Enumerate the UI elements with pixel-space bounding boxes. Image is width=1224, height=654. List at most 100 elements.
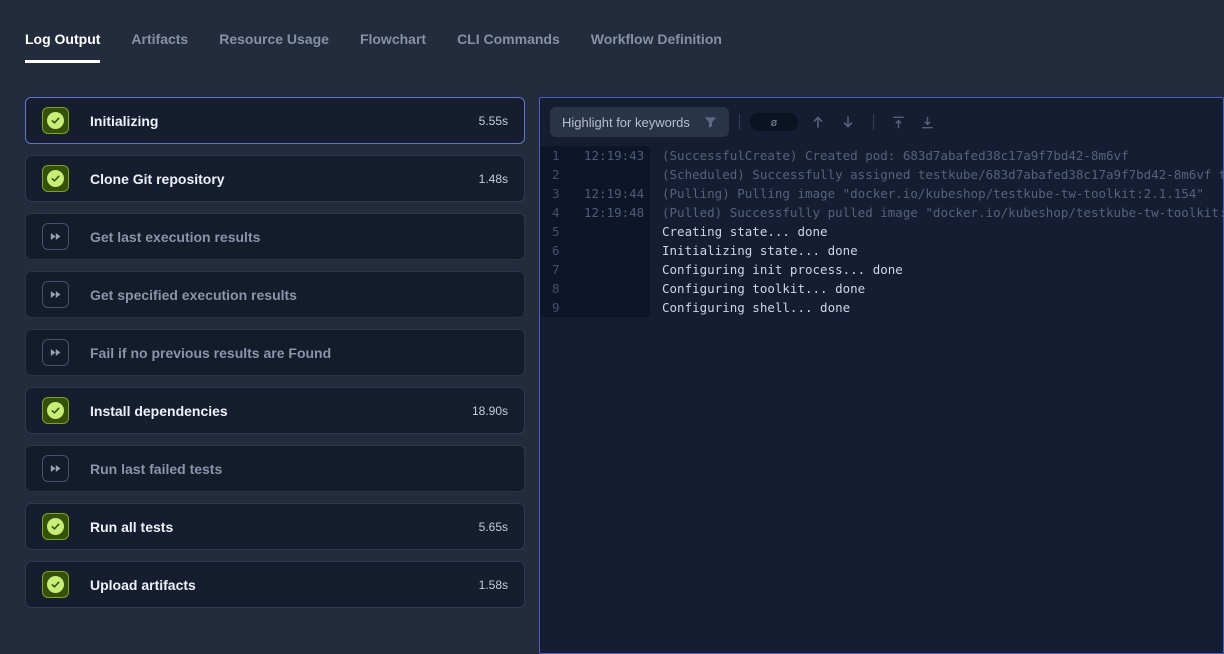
step-status-icon bbox=[42, 397, 69, 424]
toolbar-divider bbox=[873, 114, 874, 130]
workflow-execution-page: { "tabs": [ { "label": "Log Output", "ac… bbox=[0, 0, 1224, 654]
tab-resource-usage[interactable]: Resource Usage bbox=[219, 31, 329, 63]
filter-icon bbox=[704, 116, 717, 129]
step-duration: 1.58s bbox=[479, 578, 508, 592]
next-match-button[interactable] bbox=[840, 114, 856, 130]
log-toolbar: Highlight for keywords ø bbox=[540, 98, 1223, 146]
log-line-text: (SuccessfulCreate) Created pod: 683d7aba… bbox=[650, 146, 1129, 165]
check-icon bbox=[47, 112, 64, 129]
step-status-icon bbox=[42, 223, 69, 250]
step-duration: 5.55s bbox=[479, 114, 508, 128]
log-line-text: Configuring shell... done bbox=[650, 298, 850, 317]
highlight-keywords-select[interactable]: Highlight for keywords bbox=[550, 107, 729, 137]
log-line-text: (Scheduled) Successfully assigned testku… bbox=[650, 165, 1223, 184]
tab-label: Resource Usage bbox=[219, 31, 329, 47]
highlight-keywords-label: Highlight for keywords bbox=[562, 115, 690, 130]
log-line-number: 9 bbox=[540, 298, 574, 317]
step-card-get-specified-execution-results[interactable]: Get specified execution results bbox=[25, 271, 525, 318]
log-line: 2 (Scheduled) Successfully assigned test… bbox=[540, 165, 1223, 184]
log-line-number: 3 bbox=[540, 184, 574, 203]
vertical-align-top-icon bbox=[891, 115, 906, 130]
step-label: Get specified execution results bbox=[90, 287, 297, 303]
log-line-number: 4 bbox=[540, 203, 574, 222]
log-line-text: Configuring toolkit... done bbox=[650, 279, 865, 298]
step-label: Install dependencies bbox=[90, 403, 228, 419]
log-line: 9 Configuring shell... done bbox=[540, 298, 1223, 317]
log-line-number: 5 bbox=[540, 222, 574, 241]
step-status-icon bbox=[42, 281, 69, 308]
step-duration: 5.65s bbox=[479, 520, 508, 534]
fast-forward-icon bbox=[49, 288, 62, 301]
tab-cli-commands[interactable]: CLI Commands bbox=[457, 31, 560, 63]
log-line-timestamp: 12:19:43 bbox=[574, 146, 650, 165]
step-label: Upload artifacts bbox=[90, 577, 196, 593]
log-line-number: 6 bbox=[540, 241, 574, 260]
log-line: 1 12:19:43 (SuccessfulCreate) Created po… bbox=[540, 146, 1223, 165]
log-line-text: Initializing state... done bbox=[650, 241, 858, 260]
tab-flowchart[interactable]: Flowchart bbox=[360, 31, 426, 63]
log-line-timestamp bbox=[574, 222, 650, 241]
log-line: 6 Initializing state... done bbox=[540, 241, 1223, 260]
step-status-icon bbox=[42, 455, 69, 482]
log-line: 7 Configuring init process... done bbox=[540, 260, 1223, 279]
scroll-to-top-button[interactable] bbox=[891, 115, 906, 130]
step-label: Get last execution results bbox=[90, 229, 260, 245]
log-line-text: (Pulled) Successfully pulled image "dock… bbox=[650, 203, 1223, 222]
log-line-number: 1 bbox=[540, 146, 574, 165]
search-match-count-badge: ø bbox=[750, 113, 798, 131]
step-status-icon bbox=[42, 571, 69, 598]
tab-workflow-definition[interactable]: Workflow Definition bbox=[591, 31, 722, 63]
tab-log-output[interactable]: Log Output bbox=[25, 31, 100, 63]
step-card-run-all-tests[interactable]: Run all tests 5.65s bbox=[25, 503, 525, 550]
log-line-timestamp: 12:19:44 bbox=[574, 184, 650, 203]
step-label: Clone Git repository bbox=[90, 171, 225, 187]
log-lines: 1 12:19:43 (SuccessfulCreate) Created po… bbox=[540, 146, 1223, 317]
step-card-initializing[interactable]: Initializing 5.55s bbox=[25, 97, 525, 144]
step-card-clone-git-repository[interactable]: Clone Git repository 1.48s bbox=[25, 155, 525, 202]
scroll-to-bottom-button[interactable] bbox=[920, 115, 935, 130]
log-line: 5 Creating state... done bbox=[540, 222, 1223, 241]
step-status-icon bbox=[42, 339, 69, 366]
log-line-text: Creating state... done bbox=[650, 222, 828, 241]
step-label: Fail if no previous results are Found bbox=[90, 345, 331, 361]
step-label: Run all tests bbox=[90, 519, 173, 535]
log-line-timestamp: 12:19:48 bbox=[574, 203, 650, 222]
step-duration: 18.90s bbox=[472, 404, 508, 418]
step-card-run-last-failed-tests[interactable]: Run last failed tests bbox=[25, 445, 525, 492]
fast-forward-icon bbox=[49, 462, 62, 475]
step-card-fail-if-no-previous-results-are-found[interactable]: Fail if no previous results are Found bbox=[25, 329, 525, 376]
tab-label: Workflow Definition bbox=[591, 31, 722, 47]
log-line-timestamp bbox=[574, 165, 650, 184]
arrow-down-icon bbox=[840, 114, 856, 130]
check-icon bbox=[47, 170, 64, 187]
tab-bar: Log Output Artifacts Resource Usage Flow… bbox=[25, 31, 753, 63]
tab-label: CLI Commands bbox=[457, 31, 560, 47]
toolbar-divider bbox=[739, 114, 740, 130]
log-line-timestamp bbox=[574, 260, 650, 279]
step-card-get-last-execution-results[interactable]: Get last execution results bbox=[25, 213, 525, 260]
vertical-align-bottom-icon bbox=[920, 115, 935, 130]
log-line-text: (Pulling) Pulling image "docker.io/kubes… bbox=[650, 184, 1204, 203]
log-line: 8 Configuring toolkit... done bbox=[540, 279, 1223, 298]
step-label: Run last failed tests bbox=[90, 461, 222, 477]
log-line-timestamp bbox=[574, 279, 650, 298]
step-label: Initializing bbox=[90, 113, 158, 129]
log-line: 4 12:19:48 (Pulled) Successfully pulled … bbox=[540, 203, 1223, 222]
tab-label: Artifacts bbox=[131, 31, 188, 47]
previous-match-button[interactable] bbox=[810, 114, 826, 130]
step-list: Initializing 5.55s Clone Git repository … bbox=[25, 97, 525, 619]
step-card-upload-artifacts[interactable]: Upload artifacts 1.58s bbox=[25, 561, 525, 608]
tab-label: Flowchart bbox=[360, 31, 426, 47]
log-line: 3 12:19:44 (Pulling) Pulling image "dock… bbox=[540, 184, 1223, 203]
step-status-icon bbox=[42, 513, 69, 540]
fast-forward-icon bbox=[49, 230, 62, 243]
log-line-text: Configuring init process... done bbox=[650, 260, 903, 279]
log-line-timestamp bbox=[574, 241, 650, 260]
check-icon bbox=[47, 402, 64, 419]
log-line-number: 8 bbox=[540, 279, 574, 298]
check-icon bbox=[47, 576, 64, 593]
step-status-icon bbox=[42, 107, 69, 134]
tab-artifacts[interactable]: Artifacts bbox=[131, 31, 188, 63]
step-card-install-dependencies[interactable]: Install dependencies 18.90s bbox=[25, 387, 525, 434]
step-duration: 1.48s bbox=[479, 172, 508, 186]
